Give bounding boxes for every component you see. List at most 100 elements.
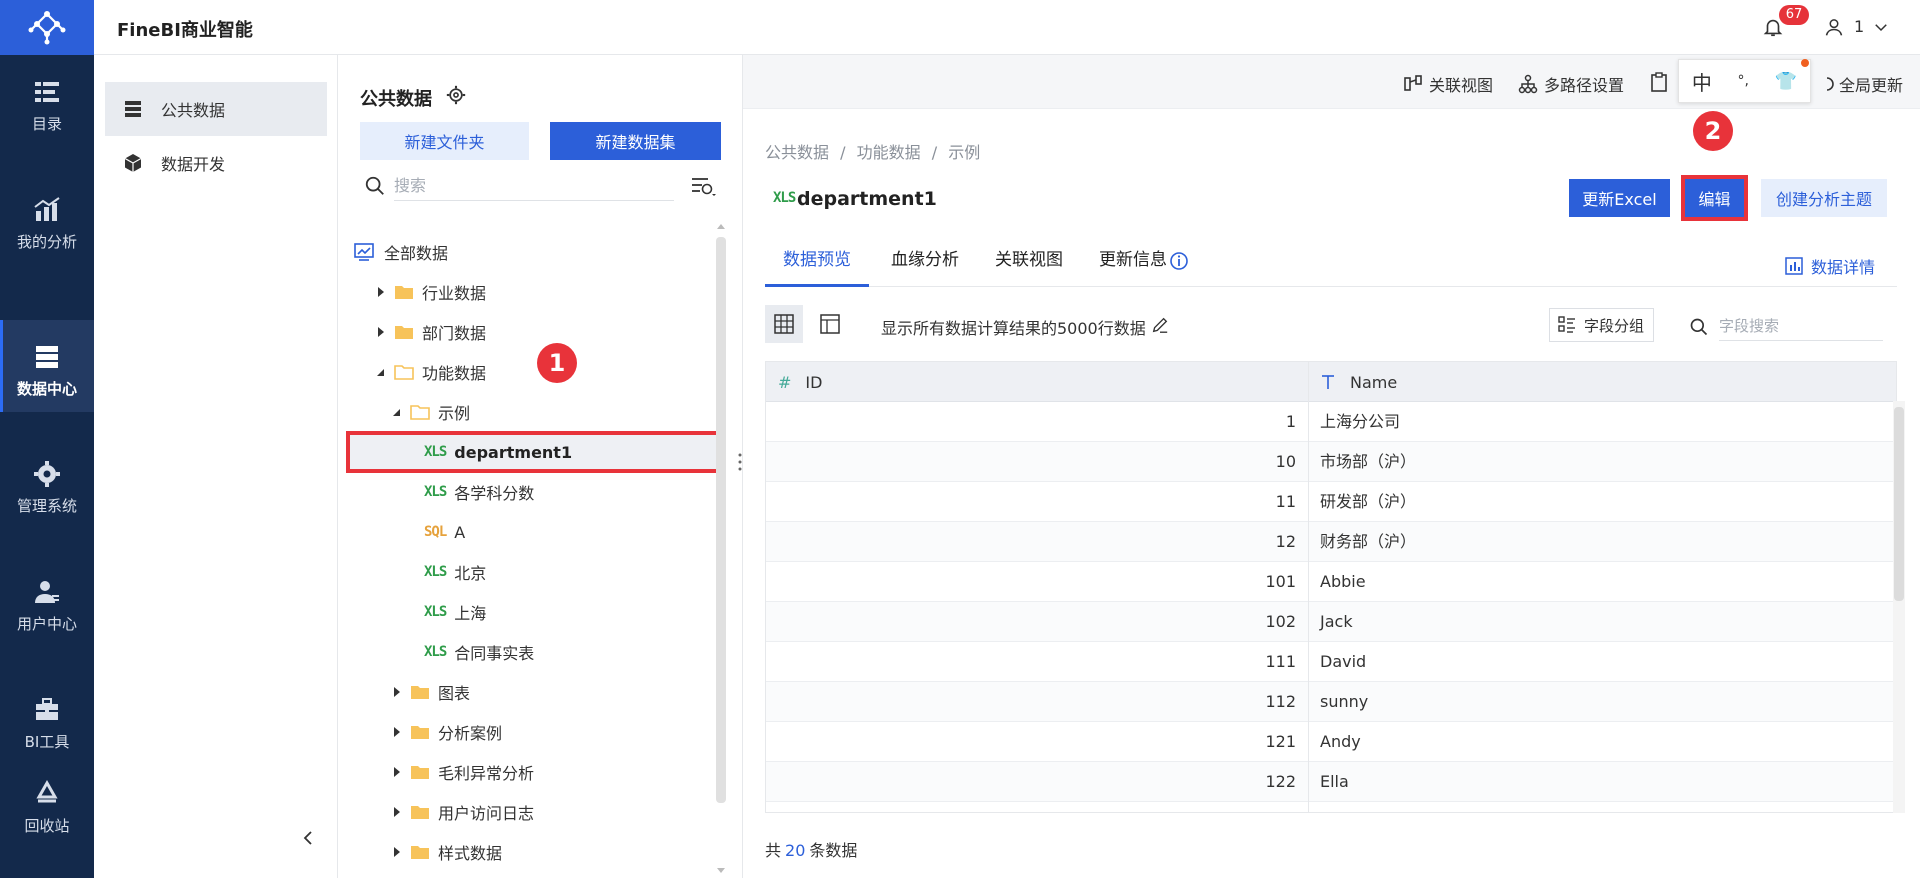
tab-relation-view[interactable]: 关联视图 [995,237,1063,287]
new-folder-button[interactable]: 新建文件夹 [360,122,529,160]
nav-item-user-center[interactable]: 用户中心 [0,555,94,647]
table-row[interactable]: 102 Jack [766,602,1896,642]
tree-node-folder[interactable]: 示例 [348,393,722,431]
tree-node-folder[interactable]: 部门数据 [348,313,722,351]
table-layout-icon [820,314,840,334]
tree-node-dataset[interactable]: XLS 北京 [348,553,722,591]
tree-node-all-data[interactable]: 全部数据 [348,233,722,271]
scroll-down-arrow-icon[interactable] [717,866,725,874]
grid-view-toggle[interactable] [765,305,803,343]
tree-node-folder[interactable]: 功能数据 [348,353,722,391]
expand-triangle-icon[interactable] [392,727,402,737]
database-icon [125,101,141,117]
nav-item-recycle-bin[interactable]: 回收站 [0,757,94,849]
collapse-triangle-icon[interactable] [392,407,402,417]
tree-node-folder[interactable]: 样式数据 [348,833,722,871]
expand-triangle-icon[interactable] [392,847,402,857]
clipboard-icon[interactable] [1649,72,1669,92]
nav-label: 用户中心 [16,615,77,633]
nav-item-admin-system[interactable]: 管理系统 [0,437,94,529]
expand-triangle-icon[interactable] [392,807,402,817]
pencil-icon[interactable] [1151,316,1169,334]
expand-triangle-icon[interactable] [376,287,386,297]
table-row[interactable]: 10 市场部（沪） [766,442,1896,482]
user-name[interactable]: 1 [1854,17,1864,36]
tree-node-folder[interactable]: 毛利异常分析 [348,753,722,791]
multipath-settings-button[interactable]: 多路径设置 [1518,72,1624,96]
search-icon [1690,318,1708,336]
folder-icon [395,286,413,299]
cell-id: 1 [1285,412,1296,431]
tree-node-folder[interactable]: 分析案例 [348,713,722,751]
folder-open-icon [410,405,430,420]
expand-triangle-icon[interactable] [392,687,402,697]
table-row[interactable]: 1 上海分公司 [766,402,1896,442]
tab-lineage-analysis[interactable]: 血缘分析 [891,237,959,287]
nav-item-bi-tools[interactable]: BI工具 [0,673,94,765]
tree-node-dataset[interactable]: XLS 各学科分数 [348,473,722,511]
user-icon[interactable] [1824,17,1844,37]
column-header-id[interactable]: # ID [778,362,822,402]
tree-node-dataset[interactable]: XLS 上海 [348,593,722,631]
ime-skin-icon[interactable]: 👕 [1775,71,1797,92]
column-header-name[interactable]: Name [1320,362,1397,402]
new-dataset-button[interactable]: 新建数据集 [550,122,721,160]
tree-node-folder[interactable]: 行业数据 [348,273,722,311]
create-analysis-theme-button[interactable]: 创建分析主题 [1761,179,1887,217]
tree-node-dataset-selected[interactable]: XLS department1 [346,431,724,473]
table-row[interactable]: 101 Abbie [766,562,1896,602]
tree-node-folder[interactable]: 图表 [348,673,722,711]
tree-node-dataset[interactable]: XLS 合同事实表 [348,633,722,671]
row-count: 共 20 条数据 [765,837,857,861]
analysis-chart-icon [34,197,60,221]
chevron-down-icon[interactable] [1872,18,1890,36]
ime-punct-toggle[interactable]: °, [1738,73,1749,89]
table-row[interactable]: 122 Ella [766,762,1896,802]
field-search-input[interactable] [1719,311,1883,341]
info-icon[interactable] [1169,251,1189,271]
table-view-toggle[interactable] [811,305,849,343]
tree-scrollbar[interactable] [716,237,726,803]
table-row[interactable]: 121 Andy [766,722,1896,762]
tree-node-dataset[interactable]: SQL A [348,513,722,551]
toolbar-label: 多路径设置 [1544,76,1625,95]
table-row[interactable]: 11 研发部（沪） [766,482,1896,522]
expand-triangle-icon[interactable] [392,767,402,777]
nav-item-catalog[interactable]: 目录 [0,55,94,147]
tree-node-folder[interactable]: 用户访问日志 [348,793,722,831]
nav-item-data-center[interactable]: 数据中心 [0,320,94,412]
text-type-icon [1322,375,1334,389]
tree-search-input[interactable] [394,171,674,201]
sidebar-item-public-data[interactable]: 公共数据 [105,82,327,136]
field-group-button[interactable]: 字段分组 [1549,308,1654,342]
collapse-sidebar-icon[interactable] [298,828,318,848]
column-divider[interactable] [1308,362,1309,812]
relation-view-button[interactable]: 关联视图 [1403,72,1493,96]
breadcrumb-item[interactable]: 示例 [948,143,980,162]
ime-toolbar[interactable]: 中 °, 👕 [1678,59,1811,103]
collapse-triangle-icon[interactable] [376,367,386,377]
table-scrollbar[interactable] [1894,407,1904,601]
app-logo[interactable] [0,0,94,55]
edit-button[interactable]: 编辑 [1681,175,1748,221]
gear-icon[interactable] [446,85,466,105]
breadcrumb-item[interactable]: 公共数据 [765,143,829,162]
folder-icon [411,846,429,859]
expand-triangle-icon[interactable] [376,327,386,337]
scroll-up-arrow-icon[interactable] [717,223,725,231]
table-row[interactable]: 112 sunny [766,682,1896,722]
filter-sort-icon[interactable] [690,175,716,197]
tab-data-preview[interactable]: 数据预览 [765,237,869,287]
field-group-label: 字段分组 [1584,316,1645,335]
table-row[interactable]: 111 David [766,642,1896,682]
tab-update-info[interactable]: 更新信息 [1099,237,1167,287]
nav-item-my-analysis[interactable]: 我的分析 [0,173,94,265]
update-excel-button[interactable]: 更新Excel [1569,179,1670,217]
global-update-button[interactable]: 全局更新 [1825,72,1903,96]
table-row[interactable]: 12 财务部（沪） [766,522,1896,562]
sidebar-item-data-development[interactable]: 数据开发 [105,136,327,190]
all-data-icon [354,243,374,261]
breadcrumb-item[interactable]: 功能数据 [857,143,921,162]
ime-lang-toggle[interactable]: 中 [1692,67,1712,96]
data-details-link[interactable]: 数据详情 [1785,254,1875,278]
